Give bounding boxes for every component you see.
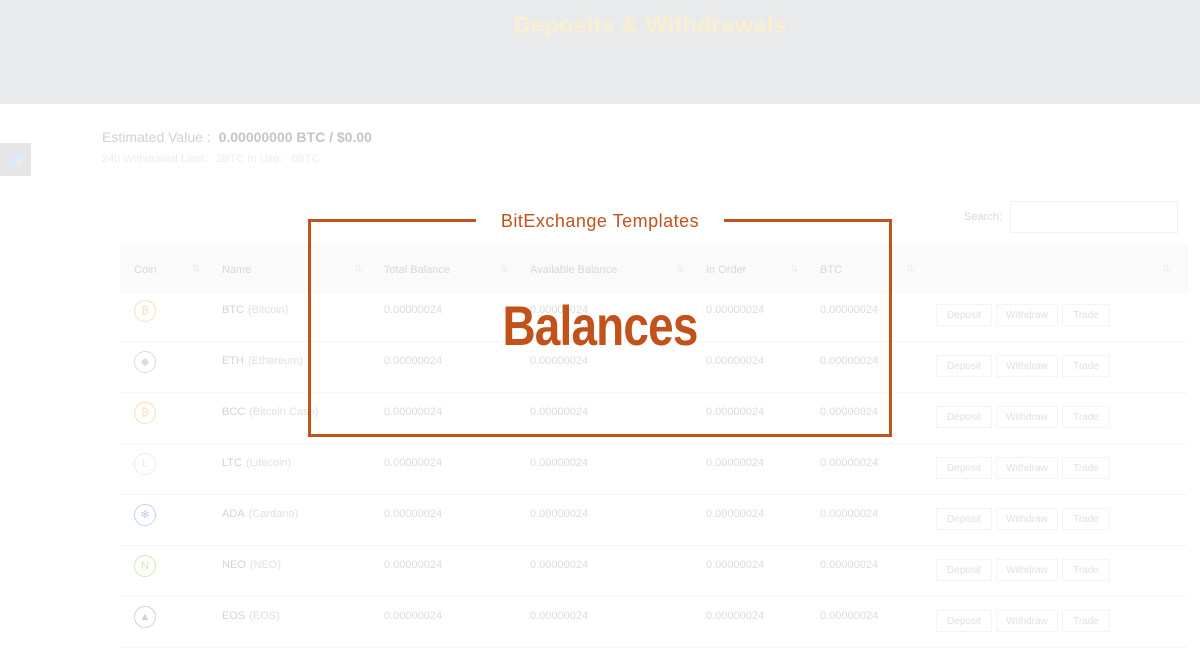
btc-value: 0.00000024 <box>820 610 879 622</box>
deposit-button[interactable]: Deposit <box>936 304 992 326</box>
estimated-value: Estimated Value : 0.00000000 BTC / $0.00 <box>102 129 372 145</box>
table-row: Ł LTC (Litecoin) 0.00000024 0.00000024 0.0000… <box>120 443 1188 495</box>
coin-symbol: BCC <box>222 406 246 418</box>
coin-full-name: (Cardano) <box>248 508 299 520</box>
available-balance: 0.00000024 <box>530 559 589 571</box>
table-row: ✻ ADA (Cardano) 0.00000024 0.00000024 0.00000… <box>120 494 1188 546</box>
deposit-button[interactable]: Deposit <box>936 559 992 581</box>
coin-name: NEO (NEO) <box>222 559 281 571</box>
in-order: 0.00000024 <box>706 457 765 469</box>
total-balance: 0.00000024 <box>384 559 443 571</box>
litecoin-icon: Ł <box>134 453 156 475</box>
total-balance: 0.00000024 <box>384 610 443 622</box>
sort-icon[interactable]: ⇅ <box>1162 264 1170 275</box>
coin-symbol: LTC <box>222 457 242 469</box>
deposit-button[interactable]: Deposit <box>936 610 992 632</box>
coin-full-name: (EOS) <box>249 610 280 622</box>
coin-full-name: (Litecoin) <box>245 457 292 469</box>
trade-button[interactable]: Trade <box>1062 610 1110 632</box>
coin-symbol: ADA <box>222 508 245 520</box>
coin-symbol: ETH <box>222 355 244 367</box>
overlay-subtitle: BitExchange Templates <box>476 207 724 235</box>
available-balance: 0.00000024 <box>530 457 589 469</box>
trade-button[interactable]: Trade <box>1062 508 1110 530</box>
deposit-button[interactable]: Deposit <box>936 508 992 530</box>
total-balance: 0.00000024 <box>384 457 443 469</box>
trade-button[interactable]: Trade <box>1062 355 1110 377</box>
search-label: Search: <box>964 211 1002 223</box>
estimated-value-amount: 0.00000000 BTC / $0.00 <box>218 129 372 145</box>
coin-symbol: NEO <box>222 559 246 571</box>
coin-full-name: (Bitcoin) <box>248 304 289 316</box>
withdrawal-limit-value: 0BTC <box>291 153 320 165</box>
column-header-coin[interactable]: Coin <box>134 264 157 276</box>
trade-button[interactable]: Trade <box>1062 304 1110 326</box>
withdrawal-limit-in-use: 2BTC In Use: <box>216 153 283 165</box>
cardano-icon: ✻ <box>134 504 156 526</box>
table-row: N NEO (NEO) 0.00000024 0.00000024 0.00000024 0… <box>120 545 1188 597</box>
total-balance: 0.00000024 <box>384 508 443 520</box>
coin-symbol: EOS <box>222 610 246 622</box>
btc-value: 0.00000024 <box>820 508 879 520</box>
bitcoin-cash-icon: ₿ <box>134 402 156 424</box>
coin-symbol: BTC <box>222 304 244 316</box>
neo-icon: N <box>134 555 156 577</box>
withdraw-button[interactable]: Withdraw <box>996 304 1058 326</box>
withdrawal-limit: 24h Withdrawal Limit: 2BTC In Use: 0BTC <box>102 153 325 165</box>
withdraw-button[interactable]: Withdraw <box>996 559 1058 581</box>
trade-button[interactable]: Trade <box>1062 559 1110 581</box>
withdraw-button[interactable]: Withdraw <box>996 457 1058 479</box>
deposit-button[interactable]: Deposit <box>936 457 992 479</box>
withdrawal-limit-label: 24h Withdrawal Limit: <box>102 153 208 165</box>
bitcoin-icon: ₿ <box>134 300 156 322</box>
available-balance: 0.00000024 <box>530 508 589 520</box>
in-order: 0.00000024 <box>706 559 765 571</box>
eos-icon: ▲ <box>134 606 156 628</box>
coin-name: ETH (Ethereum) <box>222 355 303 367</box>
search-input[interactable] <box>1010 201 1178 233</box>
available-balance: 0.00000024 <box>530 610 589 622</box>
withdraw-button[interactable]: Withdraw <box>996 508 1058 530</box>
deposit-button[interactable]: Deposit <box>936 406 992 428</box>
estimated-value-label: Estimated Value : <box>102 129 211 145</box>
coin-name: EOS (EOS) <box>222 610 280 622</box>
withdraw-button[interactable]: Withdraw <box>996 406 1058 428</box>
page-header: Deposits & Withdrawals <box>0 0 1200 104</box>
ethereum-icon: ◆ <box>134 351 156 373</box>
coin-name: BTC (Bitcoin) <box>222 304 288 316</box>
withdraw-button[interactable]: Withdraw <box>996 610 1058 632</box>
withdraw-button[interactable]: Withdraw <box>996 355 1058 377</box>
table-row: ▲ EOS (EOS) 0.00000024 0.00000024 0.00000024 0… <box>120 596 1188 648</box>
overlay-title: Balances <box>502 294 698 357</box>
coin-full-name: (Ethereum) <box>248 355 304 367</box>
coin-name: LTC (Litecoin) <box>222 457 291 469</box>
btc-value: 0.00000024 <box>820 559 879 571</box>
column-header-name[interactable]: Name <box>222 264 251 276</box>
trade-button[interactable]: Trade <box>1062 457 1110 479</box>
sort-icon[interactable]: ⇅ <box>192 264 200 275</box>
sort-icon[interactable]: ⇅ <box>906 264 914 275</box>
deposit-button[interactable]: Deposit <box>936 355 992 377</box>
trade-button[interactable]: Trade <box>1062 406 1110 428</box>
coin-full-name: (NEO) <box>249 559 282 571</box>
coin-name: BCC (Bitcoin Cash) <box>222 406 318 418</box>
in-order: 0.00000024 <box>706 610 765 622</box>
page-title: Deposits & Withdrawals <box>513 12 787 39</box>
coin-name: ADA (Cardano) <box>222 508 298 520</box>
in-order: 0.00000024 <box>706 508 765 520</box>
btc-value: 0.00000024 <box>820 457 879 469</box>
